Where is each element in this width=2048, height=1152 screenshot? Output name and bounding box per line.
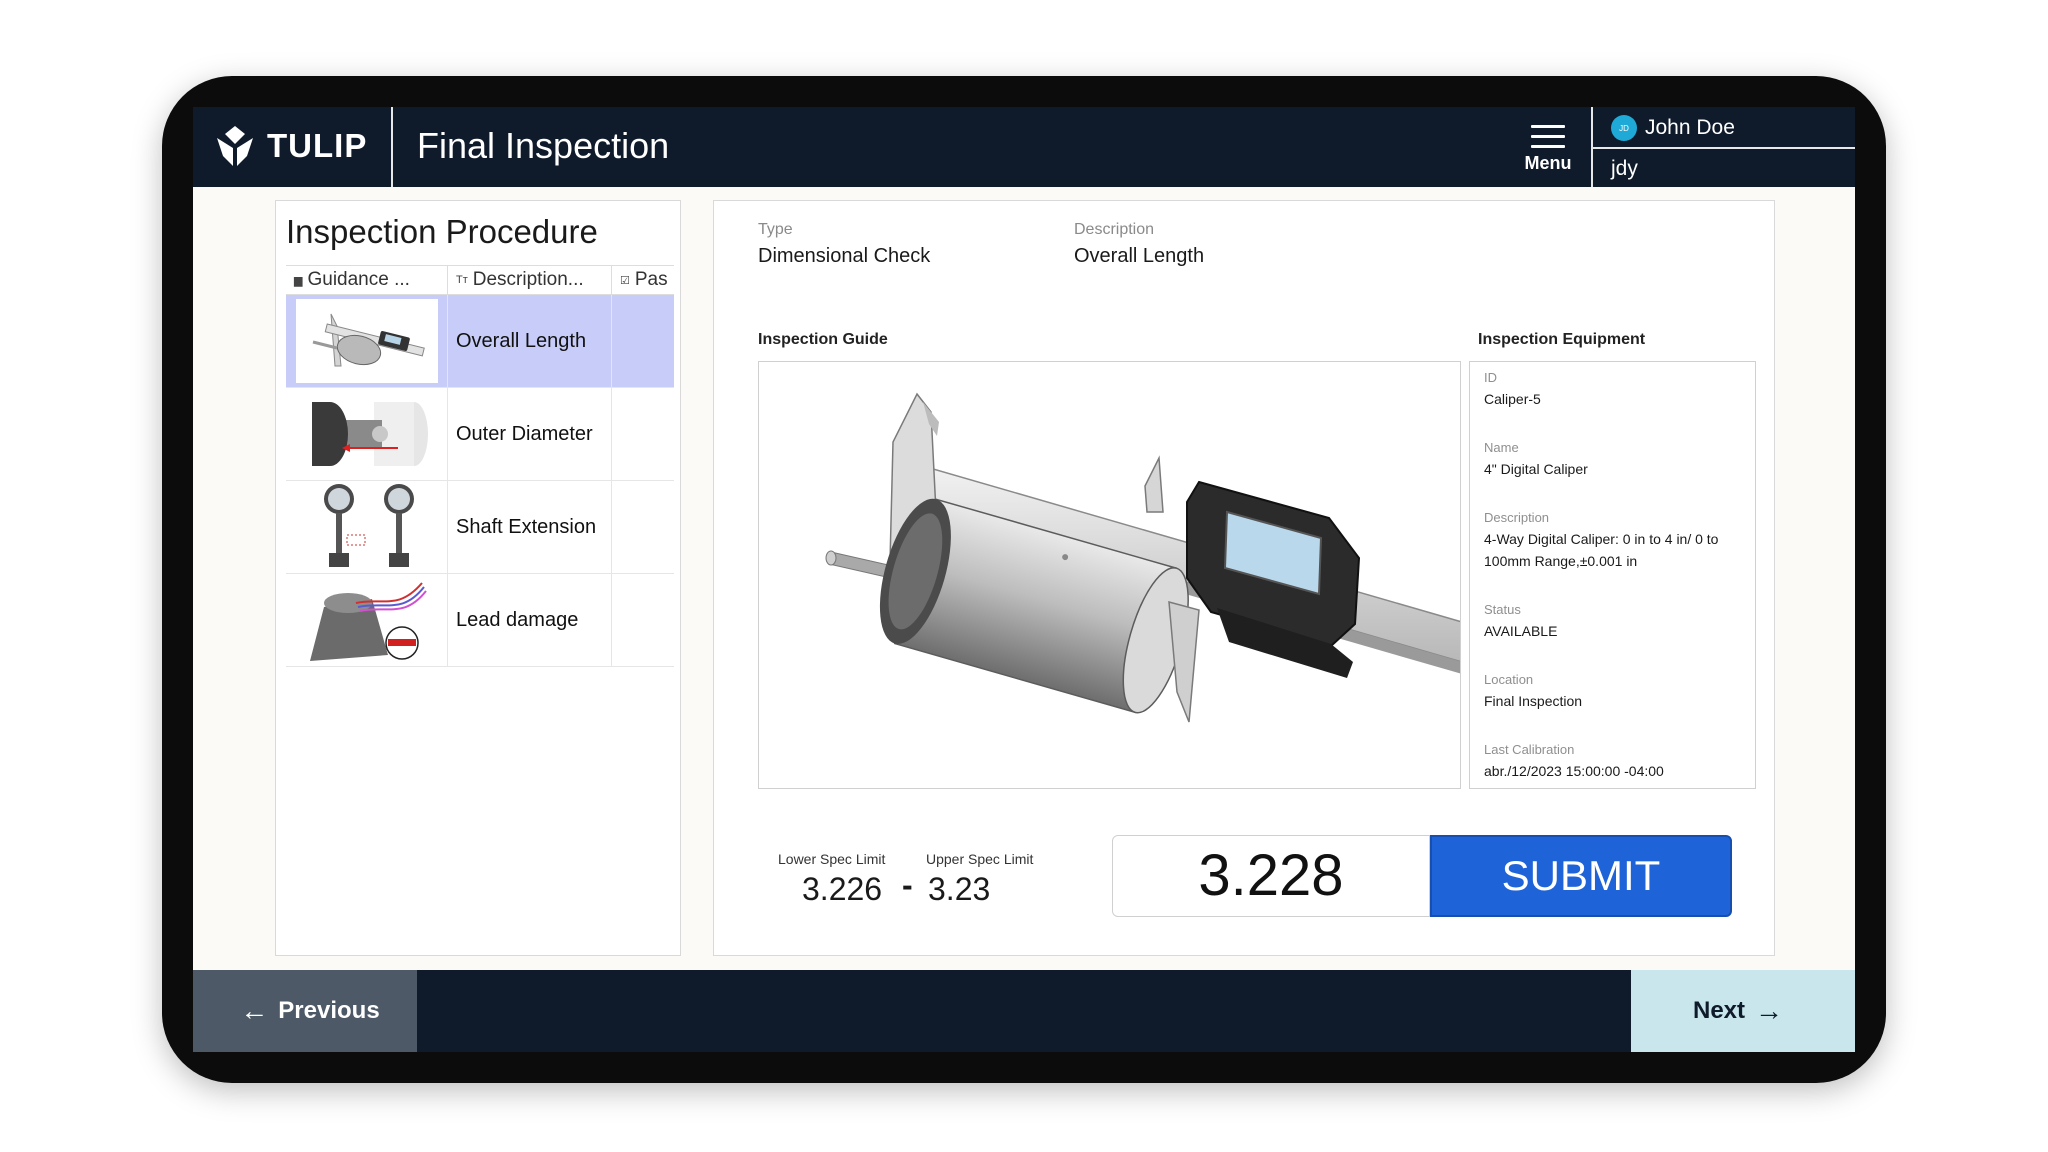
equipment-name-label: Name (1484, 440, 1519, 455)
next-label: Next (1692, 997, 1746, 1024)
next-button[interactable]: Next → (1631, 970, 1855, 1052)
user-id: jdy (1611, 157, 1638, 180)
user-name: John Doe (1645, 116, 1735, 139)
table-row[interactable]: Shaft Extension (286, 481, 674, 574)
inspection-procedure-panel: Inspection Procedure ▆ Guidance ... Tт Des… (275, 200, 681, 956)
inspection-detail-panel: Type Dimensional Check Description Overa… (713, 200, 1775, 956)
type-label: Type (758, 221, 793, 238)
column-header-description[interactable]: Tт Description... (448, 266, 612, 294)
row-pass-cell (612, 388, 674, 480)
upper-spec-label: Upper Spec Limit (926, 851, 1034, 867)
user-divider (1593, 147, 1855, 149)
app-screen: TULIP Final Inspection Menu JD John Doe … (193, 107, 1855, 1052)
column-header-guidance[interactable]: ▆ Guidance ... (286, 266, 448, 294)
lower-spec-value: 3.226 (802, 871, 883, 907)
menu-label: Menu (1524, 153, 1572, 173)
measurement-input[interactable]: 3.228 (1112, 835, 1430, 917)
arrow-right-icon: → (1755, 995, 1784, 1026)
inspection-equipment-card: ID Caliper-5 Name 4" Digital Caliper Des… (1469, 361, 1756, 789)
equipment-location-value: Final Inspection (1484, 693, 1583, 709)
column-header-pass[interactable]: ☑ Pas (612, 266, 674, 294)
equipment-name-value: 4" Digital Caliper (1484, 461, 1588, 477)
equipment-location-label: Location (1484, 672, 1534, 687)
procedure-table: ▆ Guidance ... Tт Description... ☑ Pas O… (286, 265, 674, 667)
table-row[interactable]: Lead damage (286, 574, 674, 667)
upper-spec-value: 3.23 (928, 871, 991, 907)
procedure-title: Inspection Procedure (286, 213, 598, 250)
row-description: Shaft Extension (448, 481, 612, 573)
row-description: Outer Diameter (448, 388, 612, 480)
caliper-thumbnail (295, 299, 438, 383)
row-pass-cell (612, 295, 674, 387)
checkbox-icon: ☑ (620, 274, 630, 287)
outer-diameter-thumbnail (295, 392, 438, 476)
header-divider (391, 107, 393, 187)
tulip-logo: TULIP (215, 123, 367, 169)
inspection-equipment-label: Inspection Equipment (1478, 331, 1646, 348)
arrow-left-icon: ← (240, 995, 269, 1026)
equipment-calibration-label: Last Calibration (1484, 742, 1575, 757)
row-description: Lead damage (448, 574, 612, 666)
user-menu[interactable]: JD John Doe (1611, 115, 1735, 141)
spec-range-dash: - (902, 867, 913, 903)
equipment-id-value: Caliper-5 (1484, 391, 1541, 407)
menu-button[interactable]: Menu (1517, 117, 1579, 183)
equipment-description-value: 4-Way Digital Caliper: 0 in to 4 in/ 0 t… (1484, 531, 1719, 569)
image-icon: ▆ (294, 274, 303, 287)
caliper-illustration (825, 392, 1460, 723)
equipment-calibration-value: abr./12/2023 15:00:00 -04:00 (1484, 763, 1664, 779)
inspection-guide-label: Inspection Guide (758, 331, 888, 348)
text-icon: Tт (456, 274, 468, 286)
avatar: JD (1611, 115, 1637, 141)
page-title: Final Inspection (417, 125, 670, 166)
row-pass-cell (612, 574, 674, 666)
equipment-status-label: Status (1484, 602, 1521, 617)
tulip-logo-icon (217, 126, 253, 166)
lower-spec-label: Lower Spec Limit (778, 851, 886, 867)
dial-indicator-thumbnail (295, 484, 438, 569)
previous-button[interactable]: ← Previous (193, 970, 417, 1052)
equipment-status-value: AVAILABLE (1484, 623, 1558, 639)
equipment-description-label: Description (1484, 510, 1550, 525)
equipment-id-label: ID (1484, 370, 1497, 385)
top-bar: TULIP Final Inspection Menu JD John Doe … (193, 107, 1855, 187)
table-header: ▆ Guidance ... Tт Description... ☑ Pas (286, 265, 674, 295)
hamburger-icon (1531, 125, 1565, 148)
row-description: Overall Length (448, 295, 612, 387)
inspection-guide-image (758, 361, 1461, 789)
logo-text: TULIP (267, 127, 368, 164)
submit-button[interactable]: SUBMIT (1430, 835, 1732, 917)
description-label: Description (1074, 221, 1155, 238)
description-value: Overall Length (1074, 245, 1205, 267)
table-row[interactable]: Outer Diameter (286, 388, 674, 481)
bottom-bar: ← Previous Next → (193, 970, 1855, 1052)
type-value: Dimensional Check (758, 245, 931, 267)
table-row[interactable]: Overall Length (286, 295, 674, 388)
previous-label: Previous (278, 997, 380, 1024)
row-pass-cell (612, 481, 674, 573)
lead-damage-thumbnail (295, 578, 438, 662)
